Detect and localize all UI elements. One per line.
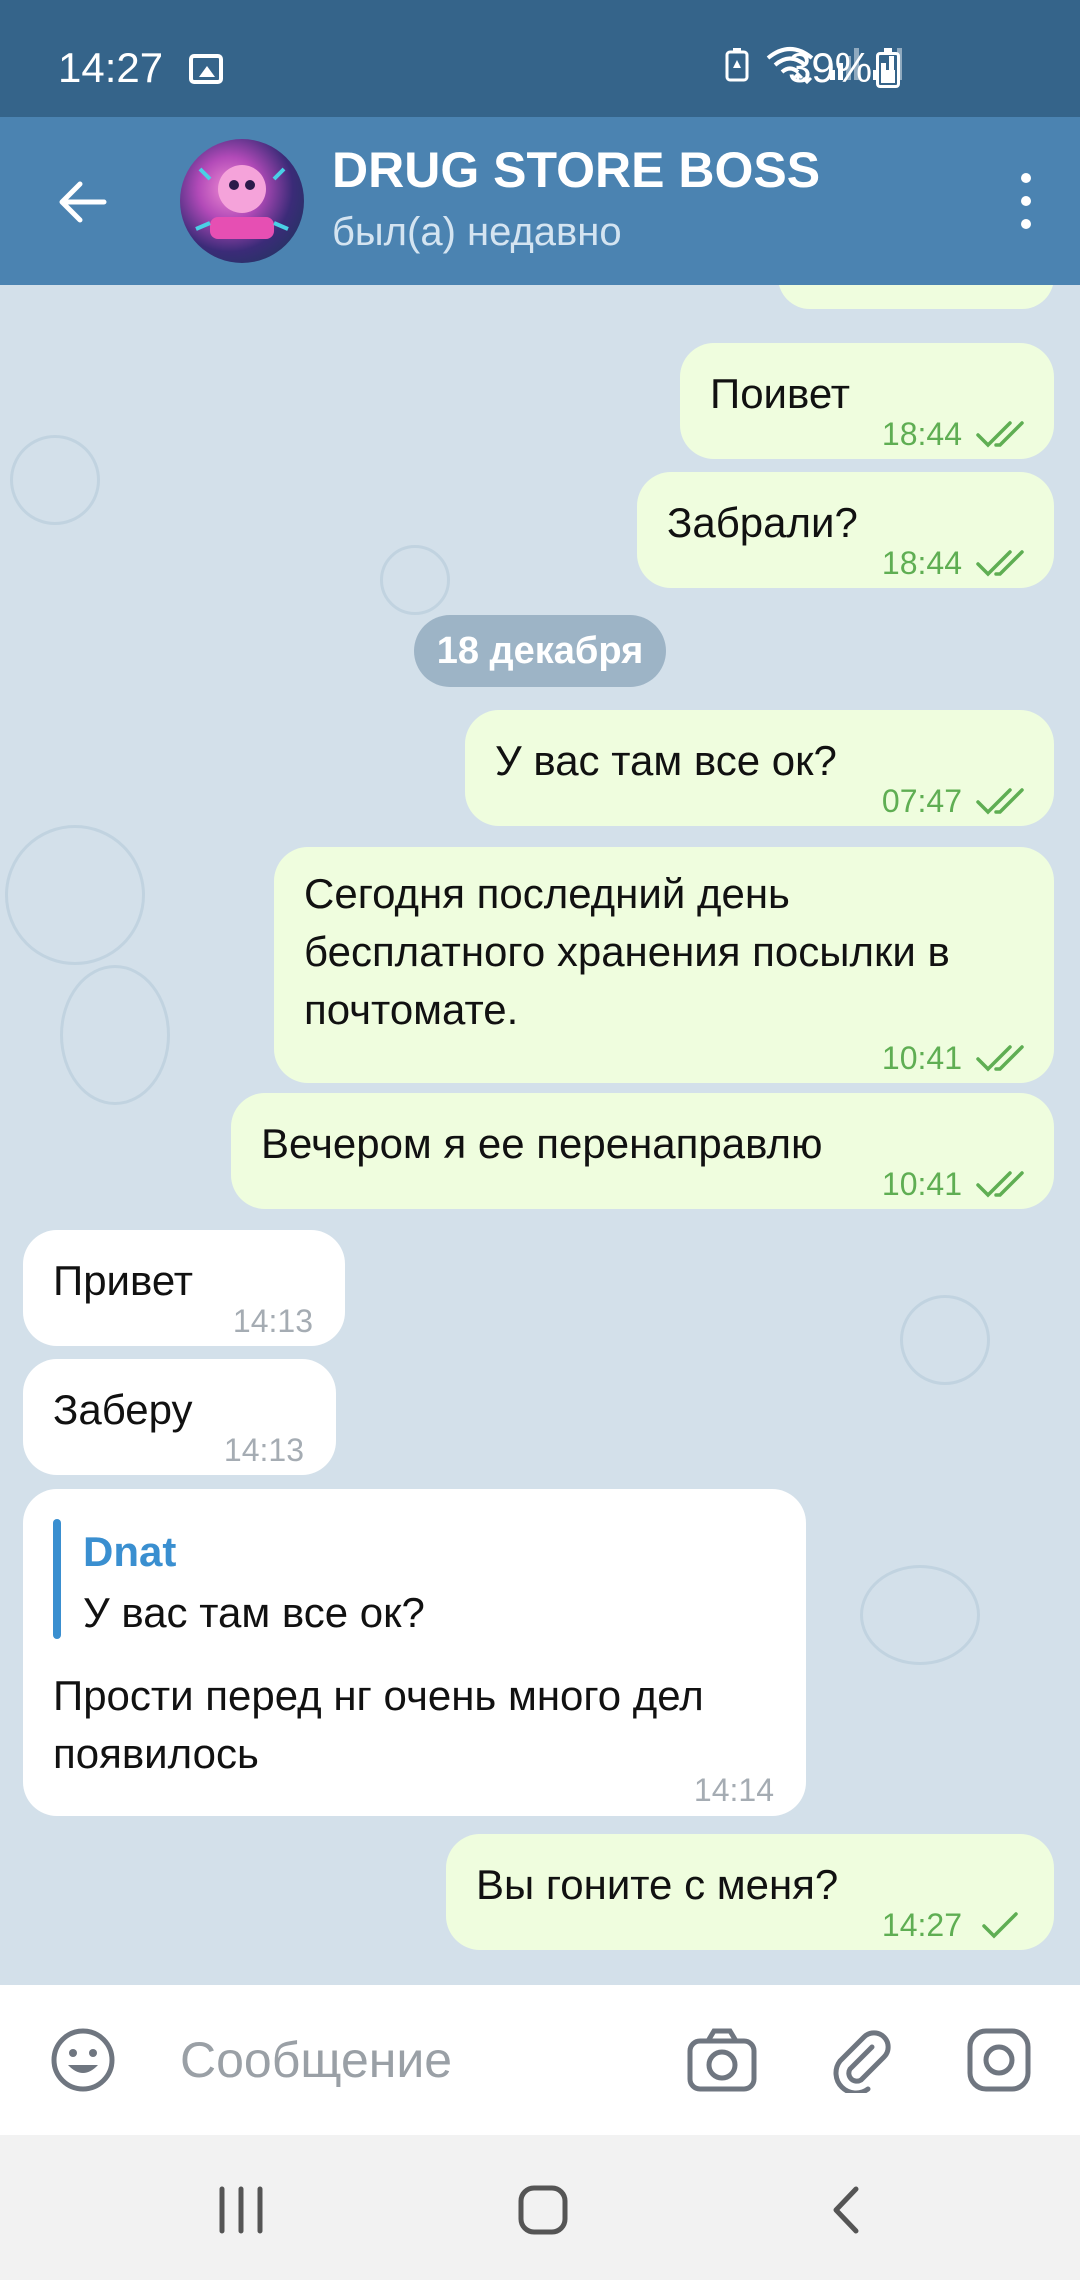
message-meta: 01:45 <box>874 285 1022 297</box>
message-bubble-outgoing[interactable]: У вас там все ок? 07:47 <box>465 710 1054 826</box>
message-meta: 18:44 <box>882 534 1030 592</box>
battery-saver-icon <box>725 48 749 82</box>
message-text: Забрали? <box>667 499 858 546</box>
message-text: Поивет <box>710 370 851 417</box>
date-separator: 18 декабря <box>414 615 666 687</box>
message-meta: 14:27 <box>882 1896 1030 1954</box>
message-meta: 07:47 <box>882 772 1030 830</box>
message-text: Прости перед нг очень много дел появилос… <box>53 1672 704 1777</box>
background-doodle <box>380 545 450 615</box>
image-icon <box>189 54 223 84</box>
message-meta: 14:13 <box>233 1292 313 1350</box>
message-text: Вечером я ее перенаправлю <box>261 1120 823 1167</box>
message-time: 14:13 <box>223 1432 304 1468</box>
reply-quote[interactable]: У вас там все ок? <box>83 1584 425 1642</box>
double-check-icon <box>976 788 1024 815</box>
single-check-icon <box>982 1912 1018 1939</box>
reply-author[interactable]: Dnat <box>83 1523 176 1581</box>
avatar-image <box>195 165 289 239</box>
message-composer <box>0 1985 1080 2135</box>
message-input[interactable] <box>180 2025 660 2095</box>
more-vertical-icon[interactable] <box>1012 165 1040 237</box>
home-icon[interactable] <box>508 2175 578 2245</box>
back-icon[interactable] <box>812 2175 882 2245</box>
message-time: 10:41 <box>881 1040 962 1076</box>
chat-title[interactable]: DRUG STORE BOSS <box>332 141 820 199</box>
double-check-icon <box>976 550 1024 577</box>
double-check-icon <box>976 421 1024 448</box>
message-bubble-outgoing[interactable]: Забрали? 18:44 <box>637 472 1054 588</box>
double-check-icon <box>976 1045 1024 1072</box>
message-bubble-outgoing[interactable]: Сегодня последний день бесплатного хране… <box>274 847 1054 1083</box>
message-bubble-incoming[interactable]: Привет 14:13 <box>23 1230 345 1346</box>
background-doodle <box>60 965 170 1105</box>
background-doodle <box>860 1565 980 1665</box>
avatar[interactable] <box>180 139 304 263</box>
background-doodle <box>900 1295 990 1385</box>
message-bubble-outgoing[interactable]: Вы гоните с меня? 14:27 <box>446 1834 1054 1950</box>
message-text: Сегодня последний день бесплатного хране… <box>304 870 950 1033</box>
message-time: 10:41 <box>881 1166 962 1202</box>
emoji-icon[interactable] <box>50 2027 116 2093</box>
message-time: 18:44 <box>881 416 962 452</box>
battery-icon <box>876 48 900 88</box>
message-text: Заберу <box>53 1386 193 1433</box>
reply-accent-bar <box>53 1519 61 1639</box>
background-doodle <box>10 435 100 525</box>
message-meta: 10:41 <box>882 1029 1030 1087</box>
message-bubble-incoming[interactable]: Заберу 14:13 <box>23 1359 336 1475</box>
back-button[interactable] <box>52 172 112 232</box>
status-bar: 14:27 39% <box>0 0 1080 117</box>
message-time: 07:47 <box>881 783 962 819</box>
message-text: У вас там все ок? <box>495 737 837 784</box>
message-text: Вы гоните с меня? <box>476 1861 839 1908</box>
message-bubble-outgoing[interactable]: Поивет 18:44 <box>680 343 1054 459</box>
message-time: 14:27 <box>881 1907 962 1943</box>
message-meta: 14:13 <box>224 1421 304 1479</box>
camera-icon[interactable] <box>686 2027 757 2093</box>
message-bubble-incoming[interactable]: Dnat У вас там все ок? Прости перед нг о… <box>23 1489 806 1816</box>
message-meta: 14:14 <box>694 1761 774 1819</box>
back-arrow-icon <box>59 181 107 223</box>
system-navigation-bar <box>0 2135 1080 2280</box>
chat-area[interactable]: 01:45 Поивет 18:44 Забрали? 18:44 18 дек… <box>0 285 1080 1985</box>
instagram-icon[interactable] <box>966 2027 1032 2093</box>
message-time: 14:13 <box>232 1303 313 1339</box>
message-time: 18:44 <box>881 545 962 581</box>
message-time: 01:45 <box>874 285 954 297</box>
chat-header: DRUG STORE BOSS был(а) недавно <box>0 117 1080 285</box>
attach-icon[interactable] <box>828 2027 894 2096</box>
chat-status: был(а) недавно <box>332 210 622 254</box>
background-doodle <box>5 825 145 965</box>
message-text: Привет <box>53 1257 194 1304</box>
message-time: 14:14 <box>693 1772 774 1808</box>
message-meta: 18:44 <box>882 405 1030 463</box>
double-check-icon <box>976 1171 1024 1198</box>
message-meta: 10:41 <box>882 1155 1030 1213</box>
battery-percent: 39% <box>788 44 873 91</box>
message-bubble-outgoing[interactable]: 01:45 <box>778 285 1054 309</box>
status-time: 14:27 <box>58 44 164 91</box>
recent-apps-icon[interactable] <box>206 2175 276 2245</box>
message-bubble-outgoing[interactable]: Вечером я ее перенаправлю 10:41 <box>231 1093 1054 1209</box>
